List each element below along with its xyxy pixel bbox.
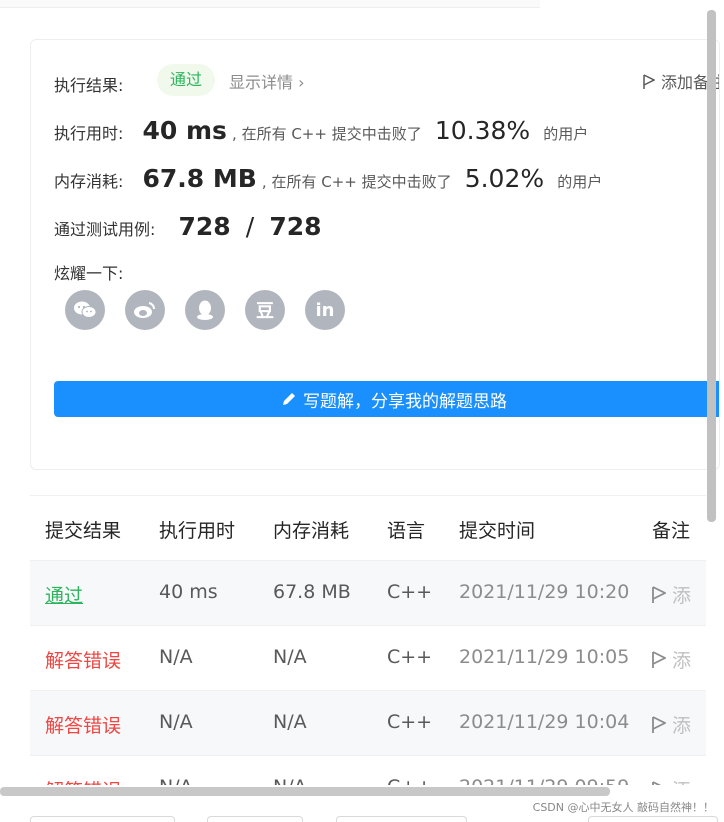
row-add-note[interactable]: 添 [652, 711, 691, 738]
row-add-note[interactable]: 添 [652, 646, 691, 673]
watermark: CSDN @心中无女人 敲码自然神！！ [532, 801, 714, 814]
row-memory: N/A [273, 711, 307, 733]
bottom-button[interactable] [336, 816, 467, 822]
row-note-label: 添 [672, 585, 692, 607]
chevron-right-icon: › [298, 73, 305, 92]
qq-glyph [197, 300, 213, 320]
flag-icon [652, 781, 662, 785]
row-note-label: 添 [672, 715, 692, 737]
bottom-button[interactable] [207, 816, 303, 822]
show-details-label: 显示详情 [229, 73, 294, 92]
memory-suffix: 的用户 [557, 173, 603, 191]
table-header: 提交结果 执行用时 内存消耗 语言 提交时间 备注 [30, 496, 706, 561]
top-strip [0, 0, 540, 8]
row-memory: N/A [273, 776, 307, 785]
row-status[interactable]: 解答错误 [45, 711, 121, 738]
header-runtime: 执行用时 [159, 520, 236, 542]
runtime-prefix: , 在所有 C++ 提交中击败了 [232, 125, 422, 143]
runtime-percent: 10.38% [434, 116, 531, 145]
write-solution-button[interactable]: 写题解，分享我的解题思路 [54, 381, 719, 417]
vertical-scrollbar[interactable] [707, 10, 716, 522]
horizontal-scrollbar[interactable] [0, 787, 610, 796]
status-label: 执行结果: [54, 76, 124, 95]
table-row[interactable]: 解答错误 N/A N/A C++ 2021/11/29 10:05 添 [30, 626, 706, 691]
weibo-glyph [134, 302, 156, 318]
flag-icon [652, 716, 666, 733]
testcase-passed: 728 [178, 212, 231, 241]
testcase-label: 通过测试用例: [54, 220, 156, 239]
qq-icon[interactable] [185, 290, 225, 330]
table-row[interactable]: 通过 40 ms 67.8 MB C++ 2021/11/29 10:20 添 [30, 561, 706, 626]
bottom-button[interactable] [588, 816, 718, 822]
runtime-label: 执行用时: [54, 124, 124, 143]
testcase-row: 通过测试用例: 728 / 728 [54, 212, 322, 241]
row-add-note[interactable]: 添 [652, 581, 691, 608]
table-row[interactable]: 解答错误 N/A N/A C++ 2021/11/29 10:04 添 [30, 691, 706, 756]
douban-icon[interactable]: 豆 [245, 290, 285, 330]
row-time: 2021/11/29 10:04 [459, 711, 630, 733]
linkedin-glyph: in [315, 299, 335, 321]
show-details-link[interactable]: 显示详情 › [229, 69, 305, 93]
testcase-separator: / [245, 212, 255, 241]
flag-icon [652, 651, 666, 668]
weibo-icon[interactable] [125, 290, 165, 330]
write-solution-label: 写题解，分享我的解题思路 [303, 391, 507, 412]
wechat-icon[interactable] [65, 290, 105, 330]
memory-prefix: , 在所有 C++ 提交中击败了 [261, 173, 452, 191]
row-memory: N/A [273, 646, 307, 668]
row-add-note[interactable]: 添 [652, 776, 691, 785]
status-badge: 通过 [157, 64, 216, 96]
runtime-suffix: 的用户 [543, 125, 589, 143]
runtime-row: 执行用时: 40 ms , 在所有 C++ 提交中击败了 10.38% 的用户 [54, 116, 588, 145]
bottom-button[interactable] [30, 816, 175, 822]
header-note: 备注 [652, 520, 691, 542]
flag-icon [643, 74, 655, 89]
memory-value: 67.8 MB [142, 164, 257, 193]
testcase-total: 728 [269, 212, 322, 241]
row-language: C++ [387, 581, 433, 603]
header-time: 提交时间 [459, 520, 536, 542]
row-runtime: 40 ms [159, 581, 218, 603]
row-time: 2021/11/29 09:59 [459, 776, 629, 785]
submissions-table: 提交结果 执行用时 内存消耗 语言 提交时间 备注 通过 40 ms 67.8 … [30, 495, 706, 785]
wechat-glyph [74, 301, 97, 318]
table-row[interactable]: 解答错误 N/A N/A C++ 2021/11/29 09:59 添 [30, 756, 706, 785]
result-card: 执行结果: 通过 显示详情 › 添加备注 执行用时: 40 ms , 在所有 C… [30, 39, 720, 470]
header-status: 提交结果 [45, 520, 122, 542]
row-status[interactable]: 解答错误 [45, 646, 121, 673]
row-language: C++ [387, 711, 433, 733]
row-note-label: 添 [672, 780, 691, 785]
douban-glyph: 豆 [256, 301, 274, 322]
row-time: 2021/11/29 10:20 [459, 581, 630, 603]
row-language: C++ [387, 776, 432, 785]
pencil-icon [283, 393, 295, 405]
row-note-label: 添 [672, 650, 692, 672]
share-label: 炫耀一下: [54, 264, 124, 283]
row-runtime: N/A [159, 776, 193, 785]
runtime-value: 40 ms [142, 116, 227, 145]
memory-label: 内存消耗: [54, 172, 124, 191]
row-status[interactable]: 通过 [45, 581, 83, 608]
row-runtime: N/A [159, 711, 193, 733]
row-time: 2021/11/29 10:05 [459, 646, 630, 668]
row-memory: 67.8 MB [273, 581, 351, 603]
header-language: 语言 [387, 520, 426, 542]
memory-percent: 5.02% [464, 164, 545, 193]
row-language: C++ [387, 646, 433, 668]
row-status[interactable]: 解答错误 [45, 776, 121, 785]
row-runtime: N/A [159, 646, 193, 668]
flag-icon [652, 586, 666, 603]
header-memory: 内存消耗 [273, 520, 350, 542]
linkedin-icon[interactable]: in [305, 290, 345, 330]
memory-row: 内存消耗: 67.8 MB , 在所有 C++ 提交中击败了 5.02% 的用户 [54, 164, 602, 193]
